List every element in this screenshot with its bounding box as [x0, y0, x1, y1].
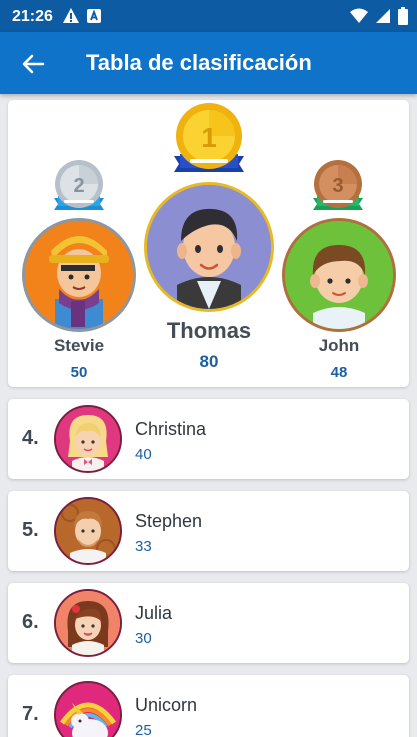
julia-avatar-icon [56, 591, 120, 655]
leaderboard-content: 2 Stevie 50 1 Thomas 80 3 John 48 4. Chr… [0, 94, 417, 737]
podium-score: 80 [199, 352, 219, 371]
rank-number: 4. [22, 427, 39, 449]
podium-name: Thomas [166, 318, 252, 343]
player-name: Christina [135, 419, 207, 439]
rank-number: 5. [22, 519, 39, 541]
player-name: Julia [135, 603, 173, 623]
back-button[interactable] [18, 49, 48, 79]
podium-score: 48 [330, 364, 348, 381]
rank-number: 6. [22, 611, 39, 633]
notification-a-icon [87, 9, 101, 23]
gold-medal-icon: 1 [170, 102, 248, 189]
podium-score: 50 [70, 364, 88, 381]
stephen-avatar-icon [56, 499, 120, 563]
avatar [54, 405, 122, 473]
player-name: Stephen [135, 511, 203, 531]
silver-medal-icon: 2 [50, 158, 108, 223]
avatar [54, 681, 122, 737]
medal-place-3: 3 [332, 175, 343, 197]
podium-name: John [318, 336, 360, 355]
player-score: 33 [135, 538, 152, 555]
player-score: 30 [135, 630, 152, 647]
status-bar: 21:26 [0, 0, 417, 32]
avatar [54, 589, 122, 657]
list-item[interactable]: 5. Stephen 33 [8, 491, 409, 571]
list-item[interactable]: 4. Christina 40 [8, 399, 409, 479]
avatar [54, 497, 122, 565]
medal-place-2: 2 [73, 175, 84, 197]
signal-icon [376, 9, 390, 23]
christina-avatar-icon [56, 407, 120, 471]
bronze-medal-icon: 3 [309, 158, 367, 223]
status-time: 21:26 [12, 8, 53, 25]
medal-place-1: 1 [201, 122, 217, 153]
battery-icon [398, 7, 408, 25]
avatar-thomas[interactable] [144, 182, 274, 312]
page-title: Tabla de clasificación [86, 50, 312, 75]
podium-third: John 48 [282, 336, 396, 381]
podium-first: Thomas 80 [144, 318, 274, 372]
unicorn-avatar-icon [56, 683, 120, 737]
podium-name: Stevie [53, 336, 105, 355]
arrow-left-icon [22, 54, 45, 74]
wifi-icon [350, 8, 368, 23]
john-avatar-icon [285, 221, 393, 329]
player-score: 25 [135, 722, 152, 737]
rank-number: 7. [22, 703, 39, 725]
player-name: Unicorn [135, 695, 198, 715]
app-bar: Tabla de clasificación [0, 32, 417, 94]
list-item[interactable]: 7. Unicorn 25 [8, 675, 409, 737]
podium-card: 2 Stevie 50 1 Thomas 80 3 John 48 [8, 100, 409, 387]
podium-second: Stevie 50 [22, 336, 136, 381]
list-item[interactable]: 6. Julia 30 [8, 583, 409, 663]
player-score: 40 [135, 446, 152, 463]
stevie-avatar-icon [25, 221, 133, 329]
warning-icon [63, 8, 79, 23]
avatar-john[interactable] [282, 218, 396, 332]
avatar-stevie[interactable] [22, 218, 136, 332]
thomas-avatar-icon [147, 185, 271, 309]
